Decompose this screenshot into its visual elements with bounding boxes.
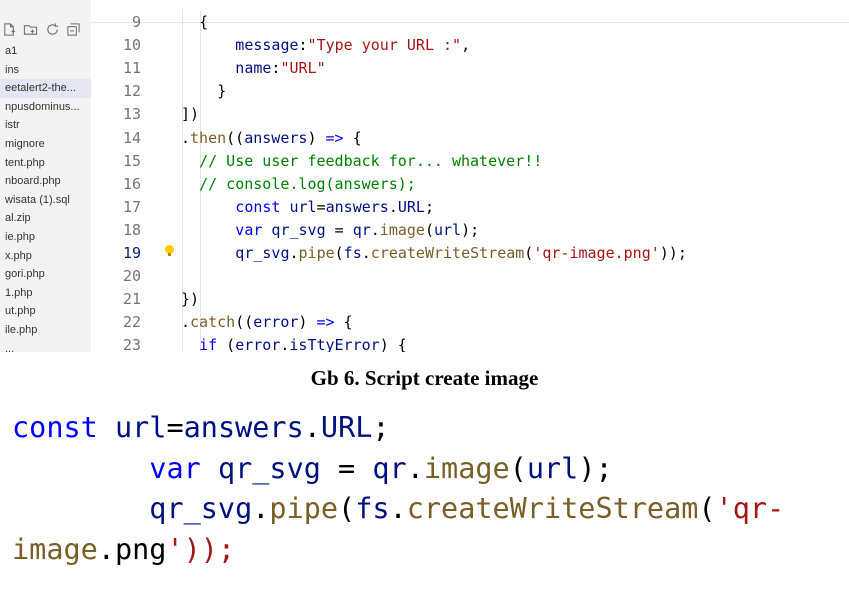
file-name: gori.php	[5, 268, 45, 281]
file-name: 1.php	[5, 286, 33, 299]
line-number: 18	[122, 220, 141, 239]
file-name: eetalert2-the...	[5, 82, 76, 95]
code-line[interactable]: 10 message:"Type your URL :",	[91, 34, 849, 57]
code-line[interactable]: 20	[91, 265, 849, 288]
line-number: 14	[122, 128, 141, 147]
line-number: 21	[122, 290, 141, 309]
enlarged-code-line: qr_svg.pipe(fs.createWriteStream('qr-	[149, 492, 785, 525]
code-text: // console.log(answers);	[199, 174, 416, 193]
enlarged-code-block: const url=answers.URL; var qr_svg = qr.i…	[12, 408, 842, 570]
file-item[interactable]: nboard.php	[0, 172, 91, 191]
code-line[interactable]: 15 // Use user feedback for... whatever!!	[91, 150, 849, 173]
file-name: npusdominus...	[5, 100, 80, 113]
file-item[interactable]: npusdominus...	[0, 98, 91, 117]
file-name: x.php	[5, 249, 32, 262]
file-item[interactable]: mignore	[0, 135, 91, 154]
file-item[interactable]: wisata (1).sql	[0, 191, 91, 210]
line-number: 23	[122, 336, 141, 352]
code-editor: 9{10 message:"Type your URL :", 11 name:"UR…	[91, 0, 849, 352]
code-line[interactable]: 23 if (error.isTtyError) {	[91, 334, 849, 352]
file-item[interactable]: ins	[0, 61, 91, 80]
line-number: 15	[122, 151, 141, 170]
code-text: }	[217, 82, 227, 101]
lightbulb-stem	[168, 253, 171, 256]
file-item[interactable]: tent.php	[0, 154, 91, 173]
explorer-toolbar	[0, 22, 91, 40]
file-name: ins	[5, 63, 20, 76]
file-item[interactable]: ut.php	[0, 302, 91, 321]
enlarged-code-line: var qr_svg = qr.image(url);	[149, 451, 613, 485]
file-name: ie.php	[5, 230, 35, 243]
enlarged-code-line: image.png'));	[12, 532, 236, 566]
code-text: ])	[181, 105, 200, 124]
file-item[interactable]: al.zip	[0, 209, 91, 228]
code-text: {	[199, 13, 209, 31]
file-list: a1 ins eetalert2-the... npusdominus... istr m…	[0, 42, 91, 352]
line-number: 13	[122, 105, 141, 124]
file-item[interactable]: eetalert2-the...	[0, 79, 91, 98]
file-name: ut.php	[5, 305, 36, 318]
refresh-icon[interactable]	[45, 22, 60, 37]
line-number: 10	[122, 36, 141, 55]
code-text: message:"Type your URL :",	[235, 36, 471, 55]
code-line[interactable]: 14 .then((answers) => {	[91, 127, 849, 150]
code-text: // Use user feedback for... whatever!!	[199, 151, 543, 170]
code-line[interactable]: 17 const url=answers.URL;	[91, 196, 849, 219]
code-line[interactable]: 18 var qr_svg = qr.image(url);	[91, 219, 849, 242]
code-text: qr_svg.pipe(fs.createWriteStream('qr-ima…	[235, 244, 687, 262]
file-explorer-sidebar: a1 ins eetalert2-the... npusdominus... istr m…	[0, 0, 91, 352]
code-text: const url=answers.URL;	[235, 197, 434, 216]
line-number: 11	[122, 59, 141, 78]
file-name: al.zip	[5, 212, 31, 225]
file-item[interactable]: ie.php	[0, 228, 91, 247]
code-text: var qr_svg = qr.image(url);	[235, 220, 480, 239]
code-text: .catch((error) => {	[181, 313, 353, 332]
file-item[interactable]: istr	[0, 116, 91, 135]
editor-screenshot: a1 ins eetalert2-the... npusdominus... istr m…	[0, 0, 849, 352]
file-item[interactable]: 1.php	[0, 284, 91, 303]
code-text: })	[181, 290, 200, 309]
code-text: name:"URL"	[235, 59, 326, 78]
code-line[interactable]: 21})	[91, 288, 849, 311]
enlarged-code-line: const url=answers.URL;	[12, 411, 390, 444]
collapse-all-icon[interactable]	[66, 22, 81, 37]
code-line[interactable]: 13])	[91, 103, 849, 126]
code-line[interactable]: 22 .catch((error) => {	[91, 311, 849, 334]
code-line[interactable]: 12}	[91, 80, 849, 103]
file-name: tent.php	[5, 156, 45, 169]
line-number: 22	[122, 313, 141, 332]
line-number: 17	[122, 197, 141, 216]
code-line[interactable]: 19 qr_svg.pipe(fs.createWriteStream('qr-i…	[91, 242, 849, 265]
file-item[interactable]: a1	[0, 42, 91, 61]
line-number: 16	[122, 174, 141, 193]
file-name: ...	[5, 342, 15, 353]
file-name: mignore	[5, 137, 45, 150]
file-item[interactable]: x.php	[0, 247, 91, 266]
code-line[interactable]: 11 name:"URL"	[91, 57, 849, 80]
code-line[interactable]: 16 // console.log(answers);	[91, 173, 849, 196]
file-name: nboard.php	[5, 175, 61, 188]
file-name: wisata (1).sql	[5, 193, 70, 206]
file-name: a1	[5, 45, 18, 57]
code-text: if (error.isTtyError) {	[199, 336, 407, 352]
file-item[interactable]: ile.php	[0, 321, 91, 340]
line-number: 20	[122, 267, 141, 286]
file-item[interactable]: ...	[0, 340, 91, 353]
new-file-icon[interactable]	[2, 22, 17, 37]
figure-caption: Gb 6. Script create image	[310, 366, 539, 390]
file-item[interactable]: gori.php	[0, 265, 91, 284]
new-folder-icon[interactable]	[23, 22, 38, 37]
line-number: 9	[131, 13, 141, 31]
code-line[interactable]: 9{	[91, 11, 849, 34]
file-name: istr	[5, 119, 20, 132]
file-name: ile.php	[5, 323, 38, 336]
line-number: 19	[122, 244, 141, 262]
line-number: 12	[122, 82, 141, 101]
code-text: .then((answers) => {	[181, 128, 362, 147]
